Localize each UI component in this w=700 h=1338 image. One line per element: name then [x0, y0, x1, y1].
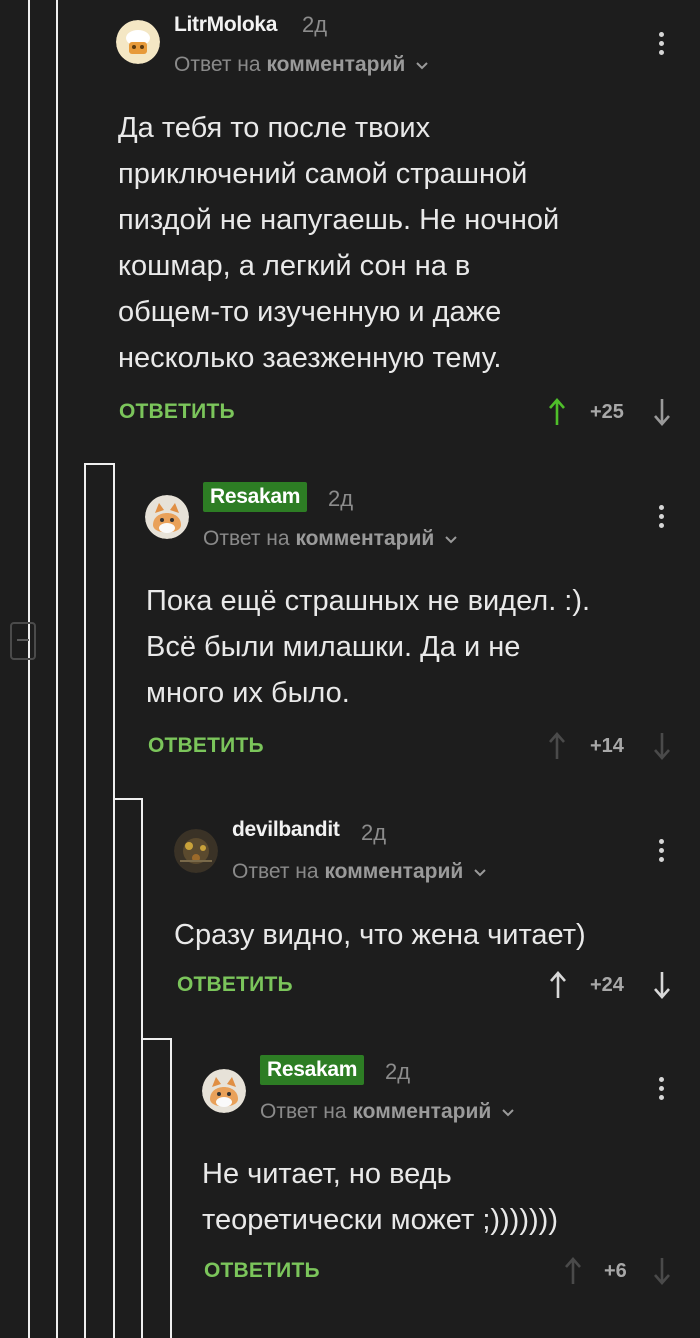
comment: devilbandit 2д Ответ на комментарий Сраз… [174, 805, 700, 1030]
kebab-menu-icon[interactable] [659, 32, 665, 59]
text-line: Сразу видно, что жена читает) [174, 919, 586, 951]
chevron-down-icon [416, 62, 428, 70]
reply-to-target: комментарий [266, 53, 406, 76]
text-line: Всё были милашки. Да и не [146, 631, 521, 663]
comment: Resakam 2д Ответ на комментарий Пока ещё… [145, 470, 700, 790]
comment-text: Не читает, но ведь теоретически может ;)… [202, 1151, 558, 1243]
text-line: Да тебя то после твоих [118, 112, 431, 144]
kebab-menu-icon[interactable] [659, 839, 665, 866]
comment: Resakam 2д Ответ на комментарий Не читае… [202, 1045, 700, 1338]
arrow-down-icon[interactable] [652, 731, 672, 761]
text-line: теоретически может ;))))))) [202, 1204, 558, 1236]
thread-line [141, 798, 143, 1338]
arrow-up-icon[interactable] [563, 1256, 583, 1286]
arrow-up-icon[interactable] [548, 970, 568, 1000]
rating-value: +6 [604, 1260, 627, 1282]
comment-text: Пока ещё страшных не видел. :). Всё были… [146, 578, 590, 716]
thread-line [84, 463, 86, 1338]
reply-to-prefix: Ответ на [232, 860, 319, 883]
reply-to-prefix: Ответ на [174, 53, 261, 76]
comment-time: 2д [302, 12, 328, 37]
text-line: несколько заезженную тему. [118, 342, 502, 374]
chevron-down-icon [445, 536, 457, 544]
kebab-menu-icon[interactable] [659, 505, 665, 532]
rating-value: +14 [590, 735, 624, 757]
kebab-menu-icon[interactable] [659, 1077, 665, 1104]
reply-to-target: комментарий [295, 527, 435, 550]
reply-to-target: комментарий [352, 1100, 492, 1123]
chevron-down-icon [502, 1109, 514, 1117]
comment-text: Да тебя то после твоих приключений самой… [118, 105, 559, 381]
rating-value: +25 [590, 401, 624, 423]
comment-time: 2д [328, 486, 354, 511]
thread-line [113, 798, 143, 800]
thread-line [170, 1038, 172, 1338]
author-name[interactable]: Resakam [260, 1055, 365, 1085]
arrow-down-icon[interactable] [652, 970, 672, 1000]
reply-to-link[interactable]: Ответ на комментарий [260, 1100, 515, 1124]
comment: LitrMoloka 2д Ответ на комментарий Да те… [116, 0, 700, 460]
arrow-down-icon[interactable] [652, 397, 672, 427]
reply-to-link[interactable]: Ответ на комментарий [174, 53, 429, 77]
text-line: кошмар, а легкий сон на в [118, 250, 471, 282]
reply-button[interactable]: ОТВЕТИТЬ [148, 734, 264, 758]
author-name[interactable]: Resakam [203, 482, 308, 512]
thread-line [28, 0, 30, 1338]
comment-text: Сразу видно, что жена читает) [174, 912, 586, 958]
text-line: много их было. [146, 677, 350, 709]
reply-button[interactable]: ОТВЕТИТЬ [177, 973, 293, 997]
arrow-up-icon[interactable] [547, 731, 567, 761]
text-line: Не читает, но ведь [202, 1158, 452, 1190]
reply-button[interactable]: ОТВЕТИТЬ [119, 400, 235, 424]
author-name[interactable]: devilbandit [232, 818, 340, 842]
avatar[interactable] [174, 829, 218, 873]
reply-to-target: комментарий [324, 860, 464, 883]
arrow-up-icon[interactable] [547, 397, 567, 427]
thread-line [141, 1038, 172, 1040]
thread-line [113, 463, 115, 1338]
reply-to-link[interactable]: Ответ на комментарий [203, 527, 458, 551]
collapse-thread-icon[interactable] [10, 622, 36, 660]
reply-button[interactable]: ОТВЕТИТЬ [204, 1259, 320, 1283]
thread-line [84, 463, 115, 465]
chevron-down-icon [474, 869, 486, 877]
arrow-down-icon[interactable] [652, 1256, 672, 1286]
reply-to-link[interactable]: Ответ на комментарий [232, 860, 487, 884]
rating-value: +24 [590, 974, 624, 996]
comment-time: 2д [385, 1059, 411, 1084]
text-line: пиздой не напугаешь. Не ночной [118, 204, 560, 236]
text-line: приключений самой страшной [118, 158, 528, 190]
comment-time: 2д [361, 820, 387, 845]
author-name[interactable]: LitrMoloka [174, 13, 277, 37]
reply-to-prefix: Ответ на [203, 527, 290, 550]
avatar[interactable] [116, 20, 160, 64]
avatar[interactable] [145, 495, 189, 539]
text-line: общем-то изученную и даже [118, 296, 502, 328]
reply-to-prefix: Ответ на [260, 1100, 347, 1123]
text-line: Пока ещё страшных не видел. :). [146, 585, 591, 617]
avatar[interactable] [202, 1069, 246, 1113]
thread-line [56, 0, 58, 1338]
